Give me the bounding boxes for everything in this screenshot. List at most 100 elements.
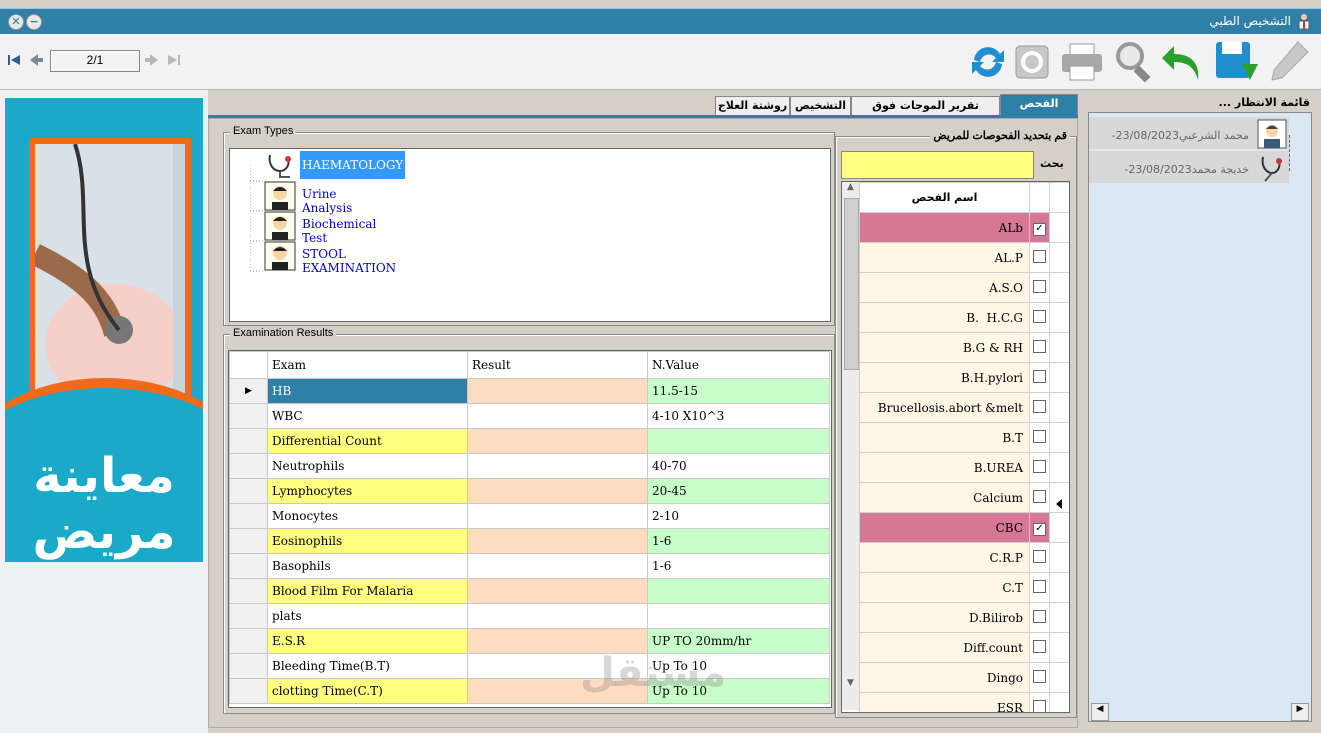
- row-header[interactable]: [229, 628, 268, 654]
- exam-name-cell[interactable]: CBC: [859, 512, 1030, 543]
- nvalue-cell[interactable]: [647, 428, 830, 454]
- grid-header-nvalue[interactable]: N.Value: [647, 351, 830, 379]
- row-selector-icon[interactable]: ▶: [229, 378, 268, 404]
- exam-name-cell[interactable]: B.UREA: [859, 452, 1030, 483]
- exam-cell[interactable]: plats: [267, 603, 468, 629]
- exam-checkbox[interactable]: [1033, 399, 1046, 413]
- exam-name-cell[interactable]: ESR: [859, 692, 1030, 712]
- exam-cell[interactable]: WBC: [267, 403, 468, 429]
- exam-name-cell[interactable]: Calcium: [859, 482, 1030, 513]
- exam-checkbox[interactable]: ✓: [1033, 522, 1046, 536]
- exam-checkbox[interactable]: [1033, 639, 1046, 653]
- exam-list-item[interactable]: Diff.count: [859, 632, 1069, 663]
- nvalue-cell[interactable]: 1-6: [647, 528, 830, 554]
- exam-checkbox[interactable]: [1033, 699, 1046, 712]
- first-record-icon[interactable]: [6, 52, 22, 68]
- row-header[interactable]: [229, 503, 268, 529]
- grid-header-exam[interactable]: Exam: [267, 351, 468, 379]
- row-header[interactable]: [229, 478, 268, 504]
- result-cell[interactable]: [467, 503, 648, 529]
- exam-checkbox[interactable]: [1033, 549, 1046, 563]
- previous-record-icon[interactable]: [28, 52, 44, 68]
- result-cell[interactable]: [467, 428, 648, 454]
- exam-cell[interactable]: HB: [267, 378, 468, 404]
- table-row[interactable]: plats: [229, 603, 830, 629]
- exam-list-item[interactable]: D.Bilirob: [859, 602, 1069, 633]
- scroll-down-icon[interactable]: ▼: [844, 678, 857, 692]
- grid-header-result[interactable]: Result: [467, 351, 648, 379]
- exam-cell[interactable]: Bleeding Time(B.T): [267, 653, 468, 679]
- exam-name-cell[interactable]: ALb: [859, 212, 1030, 243]
- record-pager[interactable]: 2/1: [50, 50, 140, 72]
- exam-name-header[interactable]: اسم الفحص: [859, 182, 1030, 213]
- exam-name-cell[interactable]: B.G & RH: [859, 332, 1030, 363]
- result-cell[interactable]: [467, 603, 648, 629]
- exam-list-item[interactable]: Brucellosis.abort &melt: [859, 392, 1069, 423]
- row-header[interactable]: [229, 678, 268, 704]
- exam-list-item[interactable]: B.H.pylori: [859, 362, 1069, 393]
- exam-cell[interactable]: Basophils: [267, 553, 468, 579]
- exam-cell[interactable]: Differential Count: [267, 428, 468, 454]
- waiting-list-item[interactable]: محمد الشرعبي23/08/2023-: [1089, 117, 1289, 149]
- exam-list-item[interactable]: C.T: [859, 572, 1069, 603]
- exam-checkbox[interactable]: [1033, 489, 1046, 503]
- scroll-up-icon[interactable]: ▲: [844, 182, 857, 196]
- exam-name-cell[interactable]: D.Bilirob: [859, 602, 1030, 633]
- exam-name-cell[interactable]: C.R.P: [859, 542, 1030, 573]
- exam-list-item[interactable]: AL.P: [859, 242, 1069, 273]
- result-cell[interactable]: [467, 453, 648, 479]
- table-row[interactable]: Basophils 1-6: [229, 553, 830, 579]
- nvalue-cell[interactable]: 11.5-15: [647, 378, 830, 404]
- row-header[interactable]: [229, 453, 268, 479]
- exam-list-item[interactable]: ESR: [859, 692, 1069, 712]
- exam-checkbox[interactable]: [1033, 459, 1046, 473]
- exam-name-cell[interactable]: Brucellosis.abort &melt: [859, 392, 1030, 423]
- row-header[interactable]: [229, 528, 268, 554]
- row-header[interactable]: [229, 578, 268, 604]
- exam-checkbox[interactable]: [1033, 249, 1046, 263]
- table-row[interactable]: Eosinophils 1-6: [229, 528, 830, 554]
- table-row[interactable]: clotting Time(C.T) Up To 10: [229, 678, 830, 704]
- exam-search-input[interactable]: [841, 151, 1034, 179]
- nvalue-cell[interactable]: 20-45: [647, 478, 830, 504]
- exam-name-cell[interactable]: Dingo: [859, 662, 1030, 693]
- result-cell[interactable]: [467, 578, 648, 604]
- exam-checkbox[interactable]: [1033, 429, 1046, 443]
- exam-checkbox[interactable]: [1033, 579, 1046, 593]
- scroll-thumb[interactable]: [844, 198, 859, 370]
- exam-checkbox[interactable]: [1033, 279, 1046, 293]
- exam-list-item[interactable]: ALb ✓: [859, 212, 1069, 243]
- nvalue-cell[interactable]: [647, 578, 830, 604]
- waiting-list-item[interactable]: خديجة محمد23/08/2023-: [1089, 151, 1289, 183]
- table-row[interactable]: Blood Film For Malaria: [229, 578, 830, 604]
- result-cell[interactable]: [467, 378, 648, 404]
- exam-list-scrollbar[interactable]: ▲ ▼: [842, 182, 860, 710]
- exam-list-item[interactable]: CBC ✓: [859, 512, 1069, 543]
- nvalue-cell[interactable]: 2-10: [647, 503, 830, 529]
- tab-medical-exam[interactable]: الفحص الطبي: [1000, 94, 1078, 127]
- edit-icon[interactable]: [1266, 38, 1314, 86]
- scroll-left-icon[interactable]: ◀: [1091, 703, 1109, 721]
- table-row[interactable]: ▶ HB 11.5-15: [229, 378, 830, 404]
- table-row[interactable]: Monocytes 2-10: [229, 503, 830, 529]
- exam-cell[interactable]: clotting Time(C.T): [267, 678, 468, 704]
- tab-diagnosis[interactable]: التشخيص: [790, 96, 851, 115]
- reset-icon[interactable]: [1008, 38, 1056, 86]
- exam-name-cell[interactable]: B. H.C.G: [859, 302, 1030, 333]
- nvalue-cell[interactable]: 40-70: [647, 453, 830, 479]
- minimize-icon[interactable]: −: [26, 14, 42, 30]
- exam-cell[interactable]: Monocytes: [267, 503, 468, 529]
- save-icon[interactable]: [1212, 38, 1260, 86]
- exam-cell[interactable]: Blood Film For Malaria: [267, 578, 468, 604]
- exam-name-cell[interactable]: B.T: [859, 422, 1030, 453]
- row-header[interactable]: [229, 428, 268, 454]
- scroll-right-icon[interactable]: ▶: [1291, 703, 1309, 721]
- result-cell[interactable]: [467, 403, 648, 429]
- exam-list-item[interactable]: B.G & RH: [859, 332, 1069, 363]
- result-cell[interactable]: [467, 553, 648, 579]
- table-row[interactable]: Bleeding Time(B.T) Up To 10: [229, 653, 830, 679]
- search-icon[interactable]: [1110, 38, 1158, 86]
- exam-name-cell[interactable]: C.T: [859, 572, 1030, 603]
- row-header[interactable]: [229, 603, 268, 629]
- exam-cell[interactable]: Neutrophils: [267, 453, 468, 479]
